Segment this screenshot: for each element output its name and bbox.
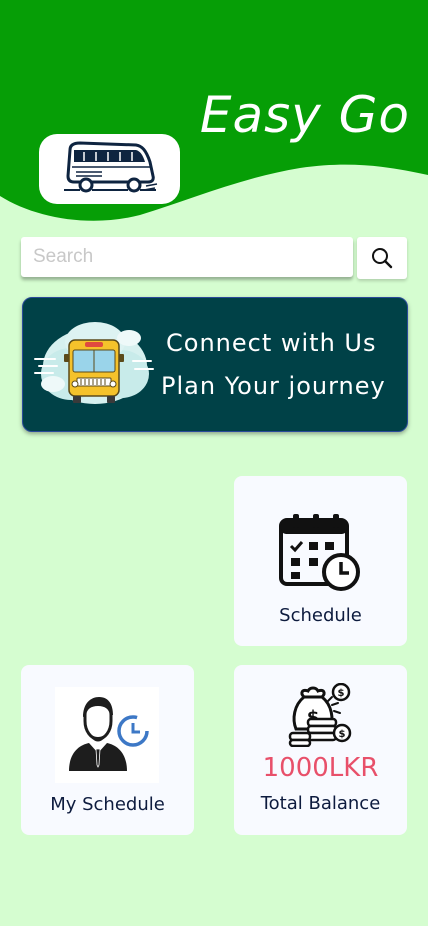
my-schedule-card[interactable]: My Schedule <box>21 665 194 835</box>
svg-text:$: $ <box>339 729 346 740</box>
search-bar <box>21 237 407 279</box>
promo-banner[interactable]: Connect with Us Plan Your journey <box>22 297 408 432</box>
balance-amount: 1000LKR <box>262 753 379 783</box>
money-bags-icon: $ $ $ <box>288 683 352 747</box>
schedule-card[interactable]: Schedule <box>234 476 407 646</box>
app-title: Easy Go <box>199 86 410 144</box>
svg-text:$: $ <box>338 688 345 699</box>
banner-subheading: Plan Your journey <box>161 372 386 400</box>
app-logo <box>39 134 180 204</box>
search-icon <box>372 248 393 269</box>
schedule-label: Schedule <box>279 605 362 626</box>
search-input[interactable] <box>21 237 353 277</box>
bus-clouds-icon <box>34 322 154 404</box>
balance-label: Total Balance <box>260 793 381 814</box>
calendar-clock-icon <box>279 514 360 591</box>
search-button[interactable] <box>357 237 407 279</box>
banner-heading: Connect with Us <box>166 329 377 357</box>
user-clock-icon <box>55 687 159 783</box>
my-schedule-label: My Schedule <box>50 794 165 815</box>
bus-logo-icon <box>63 141 157 193</box>
balance-card[interactable]: $ $ $ 1000LKR Total Balance <box>234 665 407 835</box>
